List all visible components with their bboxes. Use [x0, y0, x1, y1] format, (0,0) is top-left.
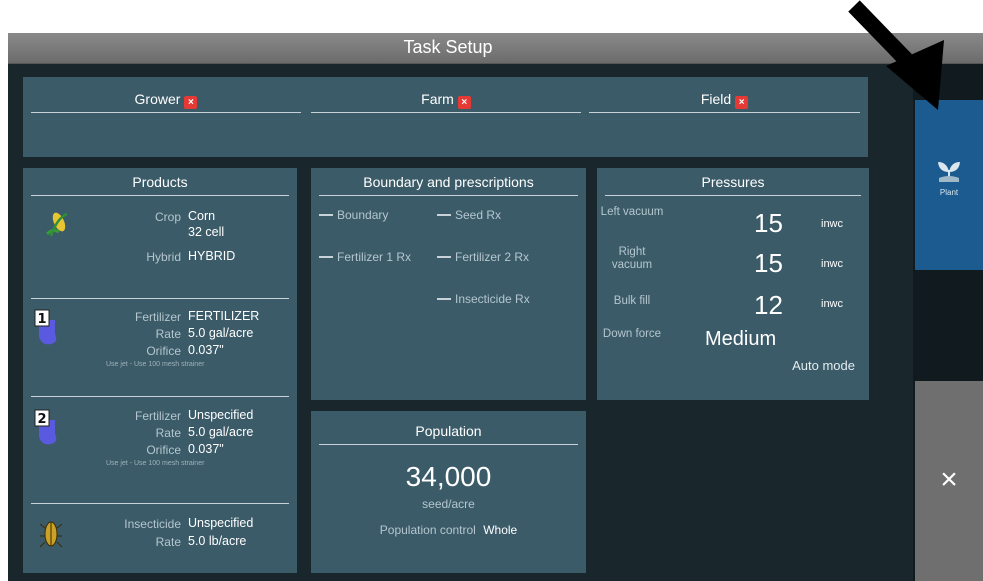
divider — [31, 503, 289, 504]
population-unit: seed/acre — [422, 497, 475, 511]
left-vacuum-label: Left vacuum — [600, 206, 664, 218]
down-force-label: Down force — [602, 328, 662, 340]
grower-farm-field-panel: Grower × Farm × Field × — [23, 77, 868, 157]
field-selector[interactable]: Field × — [589, 91, 860, 113]
fertilizer-2-icon: 2 — [34, 409, 57, 445]
line-icon — [319, 256, 333, 258]
insecticide-label: Insecticide — [124, 517, 181, 531]
left-vacuum-unit: inwc — [821, 218, 844, 230]
fertilizer-1-icon: 1 — [34, 309, 57, 345]
fertilizer-2-rate-label: Rate — [155, 426, 181, 440]
line-icon — [437, 256, 451, 258]
fertilizer-1-rate-value: 5.0 gal/acre — [188, 326, 254, 340]
population-control-label: Population control — [379, 523, 476, 537]
close-icon: × — [940, 463, 958, 496]
fertilizer-2-orifice-value: 0.037" — [188, 442, 224, 456]
insect-icon — [39, 521, 63, 548]
divider — [31, 298, 289, 299]
hybrid-value: HYBRID — [188, 249, 236, 263]
grower-selector[interactable]: Grower × — [31, 91, 301, 113]
field-label: Field — [700, 91, 732, 107]
insecticide-rate-label: Rate — [155, 535, 181, 549]
population-panel[interactable]: Population 34,000 seed/acre Population c… — [311, 411, 586, 573]
fertilizer-1-label: Fertilizer — [134, 310, 181, 324]
fertilizer-1-badge: 1 — [37, 312, 46, 327]
pressures-panel[interactable]: Pressures Left vacuum 15 inwc Right vacu… — [597, 168, 869, 400]
legend-boundary: Boundary — [319, 208, 388, 222]
required-icon: × — [735, 96, 749, 109]
boundary-panel[interactable]: Boundary and prescriptions Boundary Seed… — [311, 168, 586, 400]
close-button[interactable]: × — [915, 381, 983, 581]
insecticide-rate-value: 5.0 lb/acre — [188, 534, 247, 548]
products-header: Products — [31, 174, 289, 196]
bulk-fill-value: 12 — [754, 290, 783, 320]
down-force-value: Medium — [705, 328, 777, 350]
fertilizer-2-badge: 2 — [37, 412, 46, 427]
legend-fertilizer-2-rx: Fertilizer 2 Rx — [437, 250, 529, 264]
hybrid-label: Hybrid — [146, 250, 181, 264]
corn-icon — [45, 212, 68, 237]
fertilizer-2-value: Unspecified — [188, 408, 254, 422]
legend-insecticide-rx: Insecticide Rx — [437, 292, 530, 306]
crop-label: Crop — [154, 210, 181, 224]
farm-label: Farm — [421, 91, 454, 107]
legend-fertilizer-1-rx: Fertilizer 1 Rx — [319, 250, 411, 264]
population-control: Population control Whole — [311, 523, 586, 537]
line-icon — [319, 214, 333, 216]
right-vacuum-value: 15 — [754, 248, 783, 278]
fertilizer-2-rate-value: 5.0 gal/acre — [188, 425, 254, 439]
bulk-fill-label: Bulk fill — [613, 295, 651, 307]
window-title: Task Setup — [403, 37, 493, 57]
population-header: Population — [319, 423, 578, 445]
plant-icon — [938, 162, 960, 182]
auto-mode-label: Auto mode — [792, 358, 855, 373]
right-vacuum-label: Right vacuum — [611, 246, 653, 271]
seed-cell: 32 cell — [188, 225, 225, 239]
grower-label: Grower — [134, 91, 181, 107]
farm-selector[interactable]: Farm × — [311, 91, 581, 113]
required-icon: × — [457, 96, 471, 109]
population-value: 34,000 — [405, 461, 492, 492]
divider — [31, 396, 289, 397]
fertilizer-2-orifice-label: Orifice — [146, 443, 181, 457]
pressures-header: Pressures — [605, 174, 861, 196]
plant-label: Plant — [939, 188, 959, 197]
boundary-header: Boundary and prescriptions — [319, 174, 578, 196]
fertilizer-1-orifice-label: Orifice — [146, 344, 181, 358]
left-vacuum-value: 15 — [754, 208, 783, 238]
right-vacuum-unit: inwc — [821, 258, 844, 270]
products-panel[interactable]: Products Crop Corn 32 cell Hybrid HYBRID… — [23, 168, 297, 573]
fertilizer-2-note: Use jet - Use 100 mesh strainer — [106, 460, 205, 467]
fertilizer-2-label: Fertilizer — [134, 409, 181, 423]
population-control-value: Whole — [483, 523, 518, 537]
fertilizer-1-note: Use jet - Use 100 mesh strainer — [106, 361, 205, 368]
required-icon: × — [184, 96, 198, 109]
legend-seed-rx: Seed Rx — [437, 208, 501, 222]
pointer-arrow-icon — [848, 0, 944, 110]
bulk-fill-unit: inwc — [821, 298, 844, 310]
title-bar: Task Setup — [8, 33, 983, 64]
crop-value: Corn — [188, 209, 216, 223]
line-icon — [437, 214, 451, 216]
plant-button[interactable]: Plant — [915, 100, 983, 270]
fertilizer-1-value: FERTILIZER — [188, 309, 260, 323]
line-icon — [437, 298, 451, 300]
insecticide-value: Unspecified — [188, 516, 254, 530]
fertilizer-1-rate-label: Rate — [155, 327, 181, 341]
fertilizer-1-orifice-value: 0.037" — [188, 343, 224, 357]
